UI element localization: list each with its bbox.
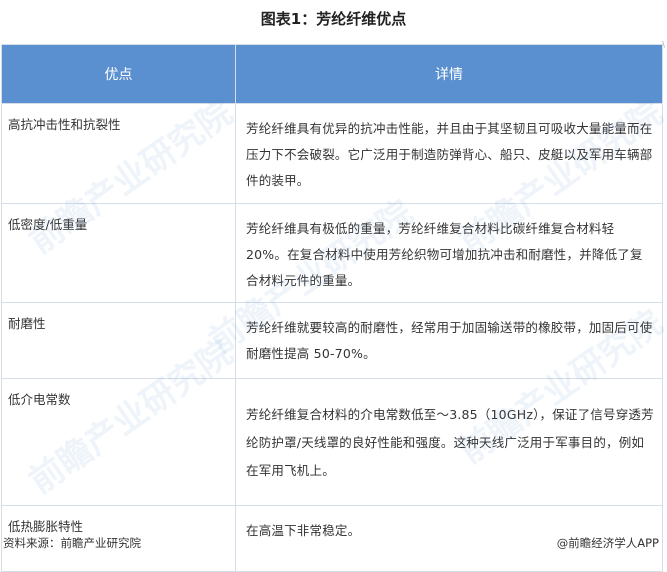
feature-cell: 高抗冲击性和抗裂性 — [1, 103, 236, 204]
header-advantage: 优点 — [1, 44, 236, 104]
feature-cell: 低介电常数 — [1, 378, 236, 506]
table-row: 耐磨性 芳纶纤维就要较高的耐磨性，经常用于加固输送带的橡胶带，加固后可使耐磨性提… — [1, 302, 663, 379]
detail-cell: 芳纶纤维具有极低的重量，芳纶纤维复合材料比碳纤维复合材料轻20%。在复合材料中使… — [235, 203, 663, 303]
header-detail: 详情 — [235, 44, 663, 104]
table-row: 低密度/低重量 芳纶纤维具有极低的重量，芳纶纤维复合材料比碳纤维复合材料轻20%… — [1, 203, 663, 303]
detail-cell: 芳纶纤维就要较高的耐磨性，经常用于加固输送带的橡胶带，加固后可使耐磨性提高 50… — [235, 302, 663, 379]
table-header-row: 优点 详情 — [1, 44, 663, 104]
feature-cell: 低密度/低重量 — [1, 203, 236, 303]
feature-cell: 耐磨性 — [1, 302, 236, 379]
advantages-table: 优点 详情 高抗冲击性和抗裂性 芳纶纤维具有优异的抗冲击性能，并且由于其坚韧且可… — [1, 44, 663, 572]
detail-cell: 芳纶纤维复合材料的介电常数低至～3.85（10GHz），保证了信号穿透芳纶防护罩… — [235, 378, 663, 506]
chart-title: 图表1：芳纶纤维优点 — [260, 10, 407, 28]
table-row: 高抗冲击性和抗裂性 芳纶纤维具有优异的抗冲击性能，并且由于其坚韧且可吸收大量能量… — [1, 103, 663, 204]
brand-credit: @前瞻经济学人APP — [556, 536, 659, 550]
table-row: 低介电常数 芳纶纤维复合材料的介电常数低至～3.85（10GHz），保证了信号穿… — [1, 378, 663, 506]
detail-cell: 芳纶纤维具有优异的抗冲击性能，并且由于其坚韧且可吸收大量能量而在压力下不会破裂。… — [235, 103, 663, 204]
source-note: 资料来源：前瞻产业研究院 — [3, 536, 141, 550]
